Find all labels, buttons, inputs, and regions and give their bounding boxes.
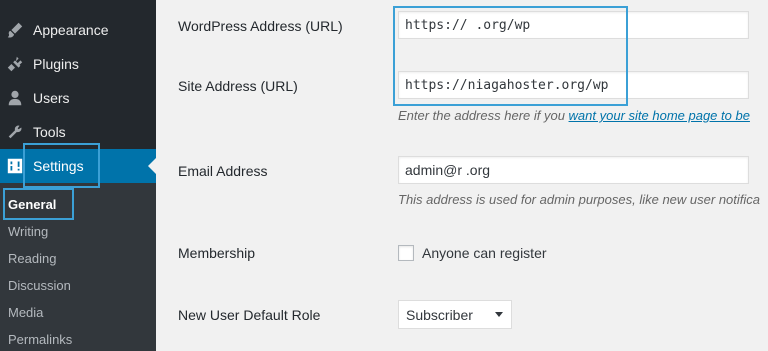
site-home-page-link[interactable]: want your site home page to be (569, 108, 750, 123)
sidebar-item-label: Plugins (33, 56, 79, 72)
sidebar-item-label: Appearance (33, 22, 109, 38)
paintbrush-icon (5, 20, 25, 40)
sidebar-item-appearance[interactable]: Appearance (0, 13, 156, 47)
default-role-value: Subscriber (406, 306, 473, 323)
site-address-desc-text: Enter the address here if you (398, 108, 569, 123)
default-role-label: New User Default Role (178, 307, 321, 323)
email-input[interactable]: admin@r .org (398, 156, 749, 184)
wp-address-label: WordPress Address (URL) (178, 18, 343, 34)
site-address-label: Site Address (URL) (178, 78, 298, 94)
sidebar-item-label: Users (33, 90, 70, 106)
submenu-item-media[interactable]: Media (8, 305, 43, 320)
default-role-select[interactable]: Subscriber (398, 300, 512, 329)
sidebar-item-label: Tools (33, 124, 66, 140)
submenu-item-writing[interactable]: Writing (8, 224, 48, 239)
email-label: Email Address (178, 163, 268, 179)
highlight-box-general (3, 188, 74, 220)
sidebar-item-plugins[interactable]: Plugins (0, 47, 156, 81)
submenu-item-permalinks[interactable]: Permalinks (8, 332, 72, 347)
site-address-description: Enter the address here if you want your … (398, 108, 750, 123)
sidebar-item-users[interactable]: Users (0, 81, 156, 115)
chevron-down-icon (495, 312, 503, 317)
membership-label: Membership (178, 245, 256, 261)
current-menu-arrow (148, 158, 156, 174)
highlight-box-url-fields (393, 6, 628, 106)
user-icon (5, 88, 25, 108)
submenu-item-reading[interactable]: Reading (8, 251, 56, 266)
wrench-icon (5, 122, 25, 142)
anyone-can-register-label[interactable]: Anyone can register (422, 245, 547, 261)
submenu-item-discussion[interactable]: Discussion (8, 278, 71, 293)
plugin-icon (5, 54, 25, 74)
settings-sliders-icon (5, 156, 25, 176)
anyone-can-register-checkbox[interactable] (398, 245, 414, 261)
email-description: This address is used for admin purposes,… (398, 192, 761, 207)
highlight-box-settings (23, 143, 100, 188)
